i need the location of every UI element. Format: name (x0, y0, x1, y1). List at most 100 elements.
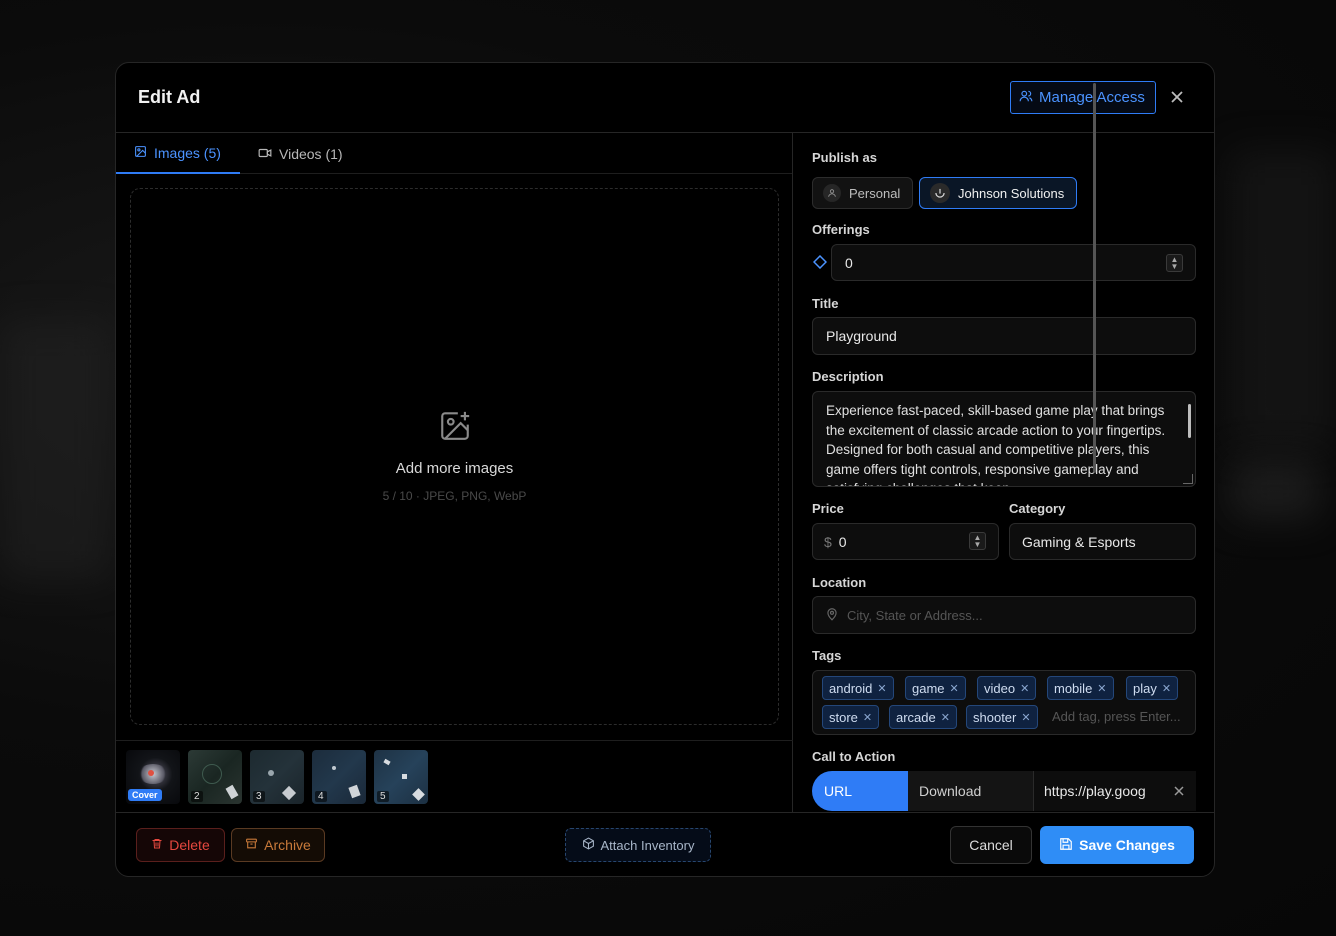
title-value: Playground (826, 328, 897, 344)
cover-badge: Cover (128, 789, 162, 801)
cta-url-input[interactable]: https://play.goog (1034, 771, 1162, 811)
dropzone-title: Add more images (395, 460, 514, 477)
tag-label: store (829, 709, 858, 725)
tag-chip: shooter ✕ (966, 705, 1038, 729)
user-icon (823, 184, 841, 202)
publish-personal-label: Personal (849, 185, 901, 201)
tag-chip: game ✕ (905, 676, 966, 700)
attach-inventory-button[interactable]: Attach Inventory (565, 828, 711, 862)
remove-tag-icon[interactable]: ✕ (941, 711, 950, 724)
cta-row: URL Download https://play.goog (812, 771, 1196, 811)
cta-type-download-label: Download (919, 783, 982, 799)
category-select[interactable]: Gaming & Esports (1009, 523, 1196, 560)
archive-label: Archive (264, 837, 311, 853)
tab-videos-label: Videos (1) (279, 145, 343, 162)
price-label: Price (812, 501, 844, 516)
offerings-value: 0 (845, 254, 853, 271)
remove-tag-icon[interactable]: ✕ (1097, 682, 1106, 695)
tab-images-label: Images (5) (154, 144, 221, 161)
map-pin-icon (825, 607, 839, 624)
thumbnail-number: 5 (377, 791, 389, 802)
save-label: Save Changes (1079, 837, 1175, 853)
modal-header: Edit Ad Manage Access (116, 63, 1214, 133)
location-input[interactable]: City, State or Address... (812, 596, 1196, 634)
thumbnail-2[interactable]: 2 (188, 750, 242, 804)
tab-videos[interactable]: Videos (1) (258, 133, 343, 174)
delete-button[interactable]: Delete (136, 828, 225, 862)
media-pane: Images (5) Videos (1) Add more images 5 … (116, 133, 793, 812)
description-textarea[interactable]: Experience fast-paced, skill-based game … (812, 391, 1196, 487)
archive-button[interactable]: Archive (231, 828, 325, 862)
tag-chip: store ✕ (822, 705, 880, 729)
offerings-input[interactable]: 0 (831, 244, 1196, 281)
tag-chip: arcade ✕ (889, 705, 957, 729)
publish-personal-option[interactable]: Personal (812, 177, 913, 209)
trash-icon (151, 837, 163, 853)
manage-access-button[interactable]: Manage Access (1010, 81, 1156, 114)
users-icon (1019, 89, 1033, 107)
thumbnail-number: 4 (315, 791, 327, 802)
tab-images[interactable]: Images (5) (116, 133, 240, 174)
tag-label: play (1133, 680, 1157, 696)
backdrop-blur-block (1230, 460, 1320, 520)
backdrop-blur-block (1230, 150, 1336, 450)
tag-label: android (829, 680, 873, 696)
category-label: Category (1009, 501, 1066, 516)
thumbnail-number: 3 (253, 791, 265, 802)
backdrop-blur-block (0, 320, 110, 580)
cta-type-url[interactable]: URL (812, 771, 908, 811)
remove-tag-icon[interactable]: ✕ (1021, 711, 1030, 724)
description-value: Experience fast-paced, skill-based game … (826, 403, 1166, 486)
description-scrollbar[interactable] (1188, 404, 1191, 438)
video-icon (258, 146, 272, 162)
form-scrollbar[interactable] (1093, 83, 1096, 473)
dropzone-subtitle: 5 / 10 · JPEG, PNG, WebP (382, 489, 527, 503)
thumbnail-3[interactable]: 3 (250, 750, 304, 804)
thumbnail-strip: Cover 2 3 4 5 (116, 740, 793, 812)
save-changes-button[interactable]: Save Changes (1040, 826, 1194, 864)
title-label: Title (812, 296, 839, 311)
thumbnail-5[interactable]: 5 (374, 750, 428, 804)
category-value: Gaming & Esports (1022, 533, 1136, 550)
offerings-stepper[interactable]: ▲ ▼ (1166, 254, 1183, 272)
clear-cta-icon[interactable] (1162, 771, 1196, 811)
currency-symbol: $ (824, 533, 832, 550)
tags-input[interactable]: android ✕ game ✕ video ✕ mobile ✕ play ✕ stor… (812, 670, 1196, 735)
media-tabs: Images (5) Videos (1) (116, 133, 792, 174)
tag-label: video (984, 680, 1016, 696)
package-icon (582, 837, 595, 853)
tag-label: shooter (973, 709, 1017, 725)
ad-form: Publish as Personal Johnson Solutions Of… (794, 133, 1214, 812)
remove-tag-icon[interactable]: ✕ (1020, 682, 1029, 695)
resize-handle-icon[interactable] (1183, 474, 1193, 484)
remove-tag-icon[interactable]: ✕ (863, 711, 872, 724)
edit-ad-modal: Edit Ad Manage Access Images (5) Videos … (115, 62, 1215, 877)
thumbnail-4[interactable]: 4 (312, 750, 366, 804)
cta-label: Call to Action (812, 749, 896, 764)
cancel-label: Cancel (969, 837, 1013, 853)
tag-chip: mobile ✕ (1047, 676, 1114, 700)
cancel-button[interactable]: Cancel (950, 826, 1032, 864)
price-stepper[interactable]: ▲ ▼ (969, 532, 986, 550)
location-placeholder: City, State or Address... (847, 607, 983, 623)
attach-inventory-label: Attach Inventory (600, 837, 695, 853)
title-input[interactable]: Playground (812, 317, 1196, 355)
price-value: 0 (838, 533, 847, 550)
location-label: Location (812, 575, 867, 590)
tag-chip: video ✕ (977, 676, 1037, 700)
cta-type-url-label: URL (824, 783, 853, 799)
publish-business-option[interactable]: Johnson Solutions (919, 177, 1077, 209)
tag-label: mobile (1054, 680, 1093, 696)
thumbnail-cover[interactable]: Cover (126, 750, 180, 804)
cta-url-value: https://play.goog (1044, 783, 1146, 799)
archive-icon (245, 837, 258, 853)
modal-title: Edit Ad (138, 87, 201, 107)
remove-tag-icon[interactable]: ✕ (1162, 682, 1171, 695)
remove-tag-icon[interactable]: ✕ (877, 682, 886, 695)
save-icon (1059, 837, 1073, 854)
image-plus-icon (438, 411, 472, 447)
close-icon[interactable] (1166, 87, 1188, 109)
image-dropzone[interactable]: Add more images 5 / 10 · JPEG, PNG, WebP (130, 188, 779, 725)
cta-type-download[interactable]: Download (908, 771, 1034, 811)
remove-tag-icon[interactable]: ✕ (950, 682, 959, 695)
